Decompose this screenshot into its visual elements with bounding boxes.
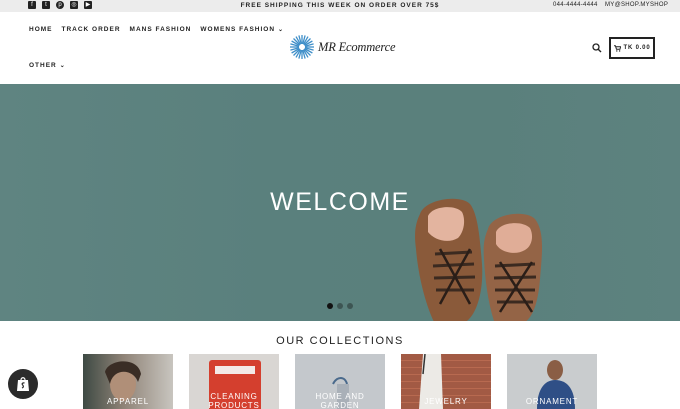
cart-total: TK 0.00 (623, 45, 651, 51)
slide-dot[interactable] (337, 303, 343, 309)
collection-label: JEWELRY (424, 397, 468, 406)
starburst-logo-icon (290, 35, 314, 59)
slide-dot[interactable] (347, 303, 353, 309)
shopify-bag-icon (17, 377, 29, 391)
nav-item-other[interactable]: OTHER ⌄ (29, 62, 66, 69)
announcement-bar: f t p ◎ ▶ FREE SHIPPING THIS WEEK ON ORD… (0, 0, 680, 12)
collection-tile-jewelry[interactable]: JEWELRY (401, 354, 491, 409)
collection-grid: APPAREL CLEANING PRODUCTS HOME AND GARDE… (83, 354, 597, 409)
chevron-down-icon: ⌄ (59, 63, 66, 69)
cart-button[interactable]: TK 0.00 (609, 37, 655, 59)
site-logo[interactable]: MR Ecommerce (289, 34, 396, 60)
nav-item-home[interactable]: HOME (29, 26, 53, 33)
collection-label: CLEANING PRODUCTS (208, 392, 260, 409)
slideshow-dots (327, 303, 353, 309)
hero-title: WELCOME (270, 188, 410, 216)
email-address[interactable]: MY@SHOP.MYSHOP (605, 2, 668, 8)
collection-label: HOME AND GARDEN (315, 392, 365, 409)
logo-text: MR Ecommerce (318, 39, 396, 54)
slide-dot[interactable] (327, 303, 333, 309)
nav-item-womens-fashion[interactable]: WOMENS FASHION ⌄ (200, 26, 284, 33)
collection-label: APPAREL (107, 397, 149, 406)
chevron-down-icon: ⌄ (278, 27, 285, 33)
search-icon[interactable] (592, 43, 602, 53)
main-nav: HOME TRACK ORDER MANS FASHION WOMENS FAS… (29, 26, 284, 33)
collection-label: ORNAMENT (525, 397, 579, 406)
collection-tile-apparel[interactable]: APPAREL (83, 354, 173, 409)
hero-slideshow[interactable]: WELCOME (0, 84, 680, 321)
collection-tile-ornament[interactable]: ORNAMENT (507, 354, 597, 409)
collection-tile-home-and-garden[interactable]: HOME AND GARDEN (295, 354, 385, 409)
shopify-badge[interactable] (8, 369, 38, 399)
cart-icon (613, 44, 621, 52)
nav-item-mans-fashion[interactable]: MANS FASHION (130, 26, 192, 33)
collection-tile-cleaning-products[interactable]: CLEANING PRODUCTS (189, 354, 279, 409)
nav-item-womens-fashion-label: WOMENS FASHION (200, 26, 276, 33)
nav-item-track-order[interactable]: TRACK ORDER (62, 26, 121, 33)
nav-item-other-label: OTHER (29, 62, 57, 69)
site-header: HOME TRACK ORDER MANS FASHION WOMENS FAS… (0, 12, 680, 84)
phone-number[interactable]: 044-4444-4444 (553, 2, 598, 8)
collections-heading: OUR COLLECTIONS (276, 335, 404, 347)
